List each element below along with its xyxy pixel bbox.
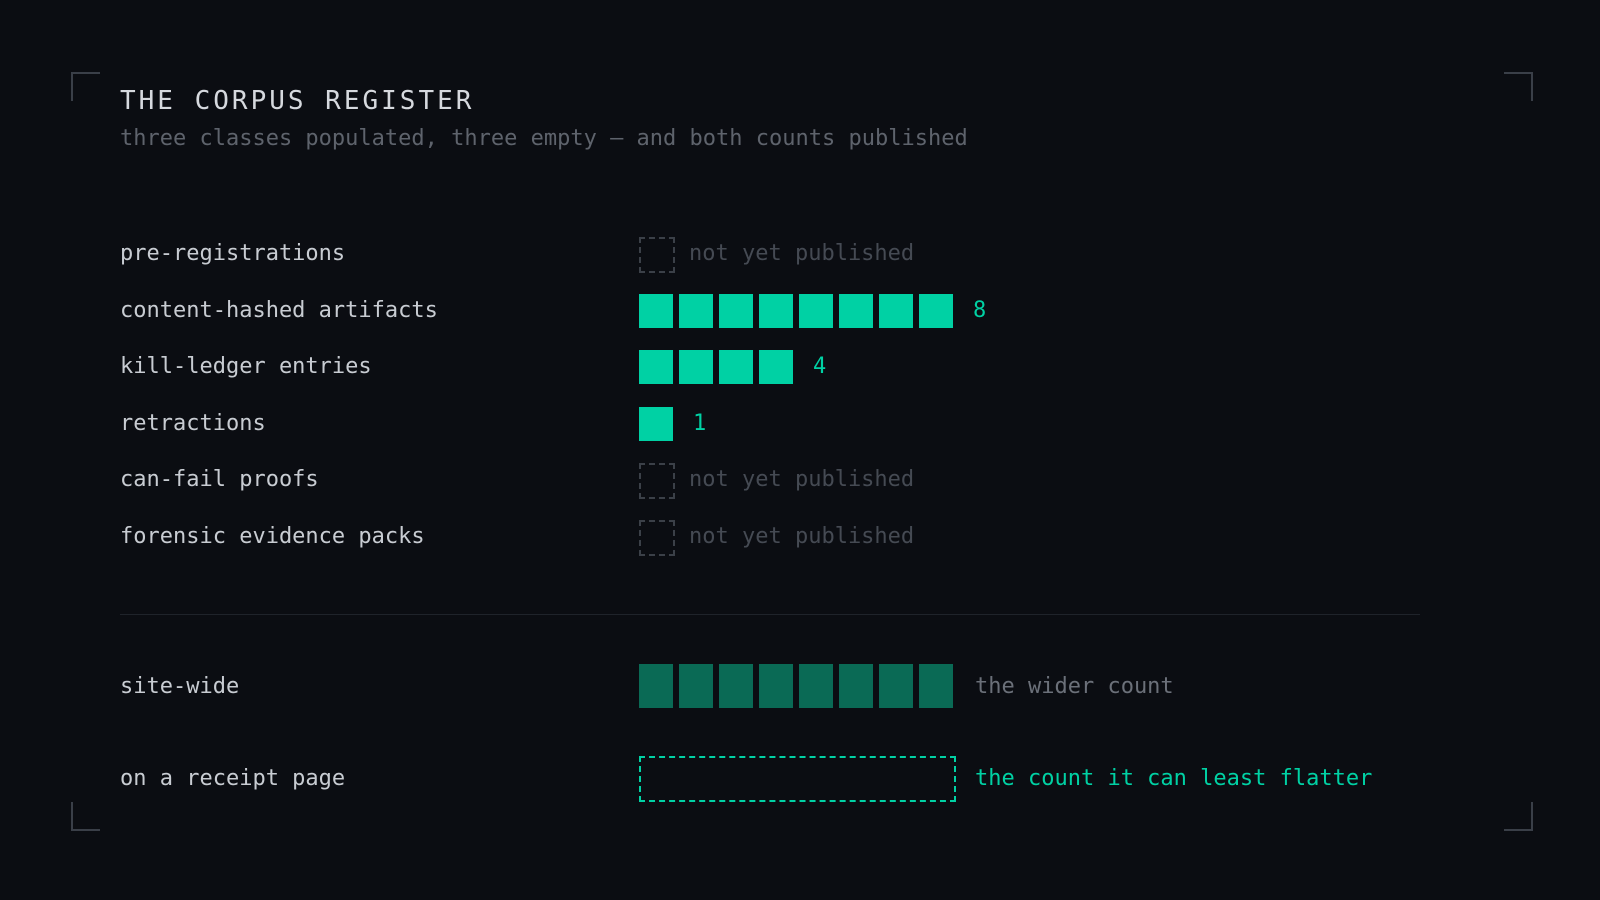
empty-placeholder-box	[639, 519, 675, 556]
bar-unit	[919, 293, 953, 328]
empty-note: not yet published	[689, 467, 915, 492]
bar-unit	[759, 293, 793, 328]
row-label: can-fail proofs	[120, 467, 319, 492]
frame-corner-bottom-left	[71, 802, 100, 831]
receipt-note: the count it can least flatter	[975, 766, 1373, 791]
bar-unit	[679, 350, 713, 384]
site-wide-bar-unit	[679, 664, 713, 708]
site-wide-bar-unit	[919, 664, 953, 708]
site-wide-note: the wider count	[975, 674, 1174, 699]
row-label: content-hashed artifacts	[120, 297, 438, 323]
bar-unit	[799, 293, 833, 328]
bar-unit	[639, 406, 673, 441]
page-subtitle: three classes populated, three empty — a…	[120, 126, 968, 151]
count-label: 1	[693, 410, 707, 436]
count-label: 8	[973, 297, 987, 323]
bar-unit	[679, 293, 713, 328]
bar-unit	[639, 350, 673, 384]
empty-placeholder-box	[639, 463, 675, 499]
site-wide-bar-unit	[719, 664, 753, 708]
site-wide-bar-unit	[759, 664, 793, 708]
site-wide-bar-unit	[799, 664, 833, 708]
bar-unit	[719, 350, 753, 384]
divider	[120, 614, 1420, 615]
site-wide-bar-unit	[839, 664, 873, 708]
site-wide-bar-unit	[879, 664, 913, 708]
site-wide-bar-unit	[639, 664, 673, 708]
row-label: kill-ledger entries	[120, 354, 372, 379]
bar-unit	[839, 293, 873, 328]
row-label: pre-registrations	[120, 241, 346, 266]
frame-corner-bottom-right	[1504, 802, 1533, 831]
count-label: 4	[813, 354, 827, 379]
empty-note: not yet published	[689, 241, 915, 266]
bar-unit	[639, 293, 673, 328]
site-wide-label: site-wide	[120, 674, 240, 699]
bar-unit	[719, 293, 753, 328]
receipt-label: on a receipt page	[120, 766, 346, 791]
empty-placeholder-box	[639, 237, 675, 273]
bar-unit	[879, 293, 913, 328]
row-label: retractions	[120, 410, 266, 436]
row-label: forensic evidence packs	[120, 523, 425, 549]
frame-corner-top-right	[1504, 72, 1533, 101]
receipt-empty-bar	[639, 756, 956, 802]
page-title: THE CORPUS REGISTER	[120, 86, 475, 116]
frame-corner-top-left	[71, 72, 100, 101]
bar-unit	[759, 350, 793, 384]
empty-note: not yet published	[689, 523, 915, 549]
